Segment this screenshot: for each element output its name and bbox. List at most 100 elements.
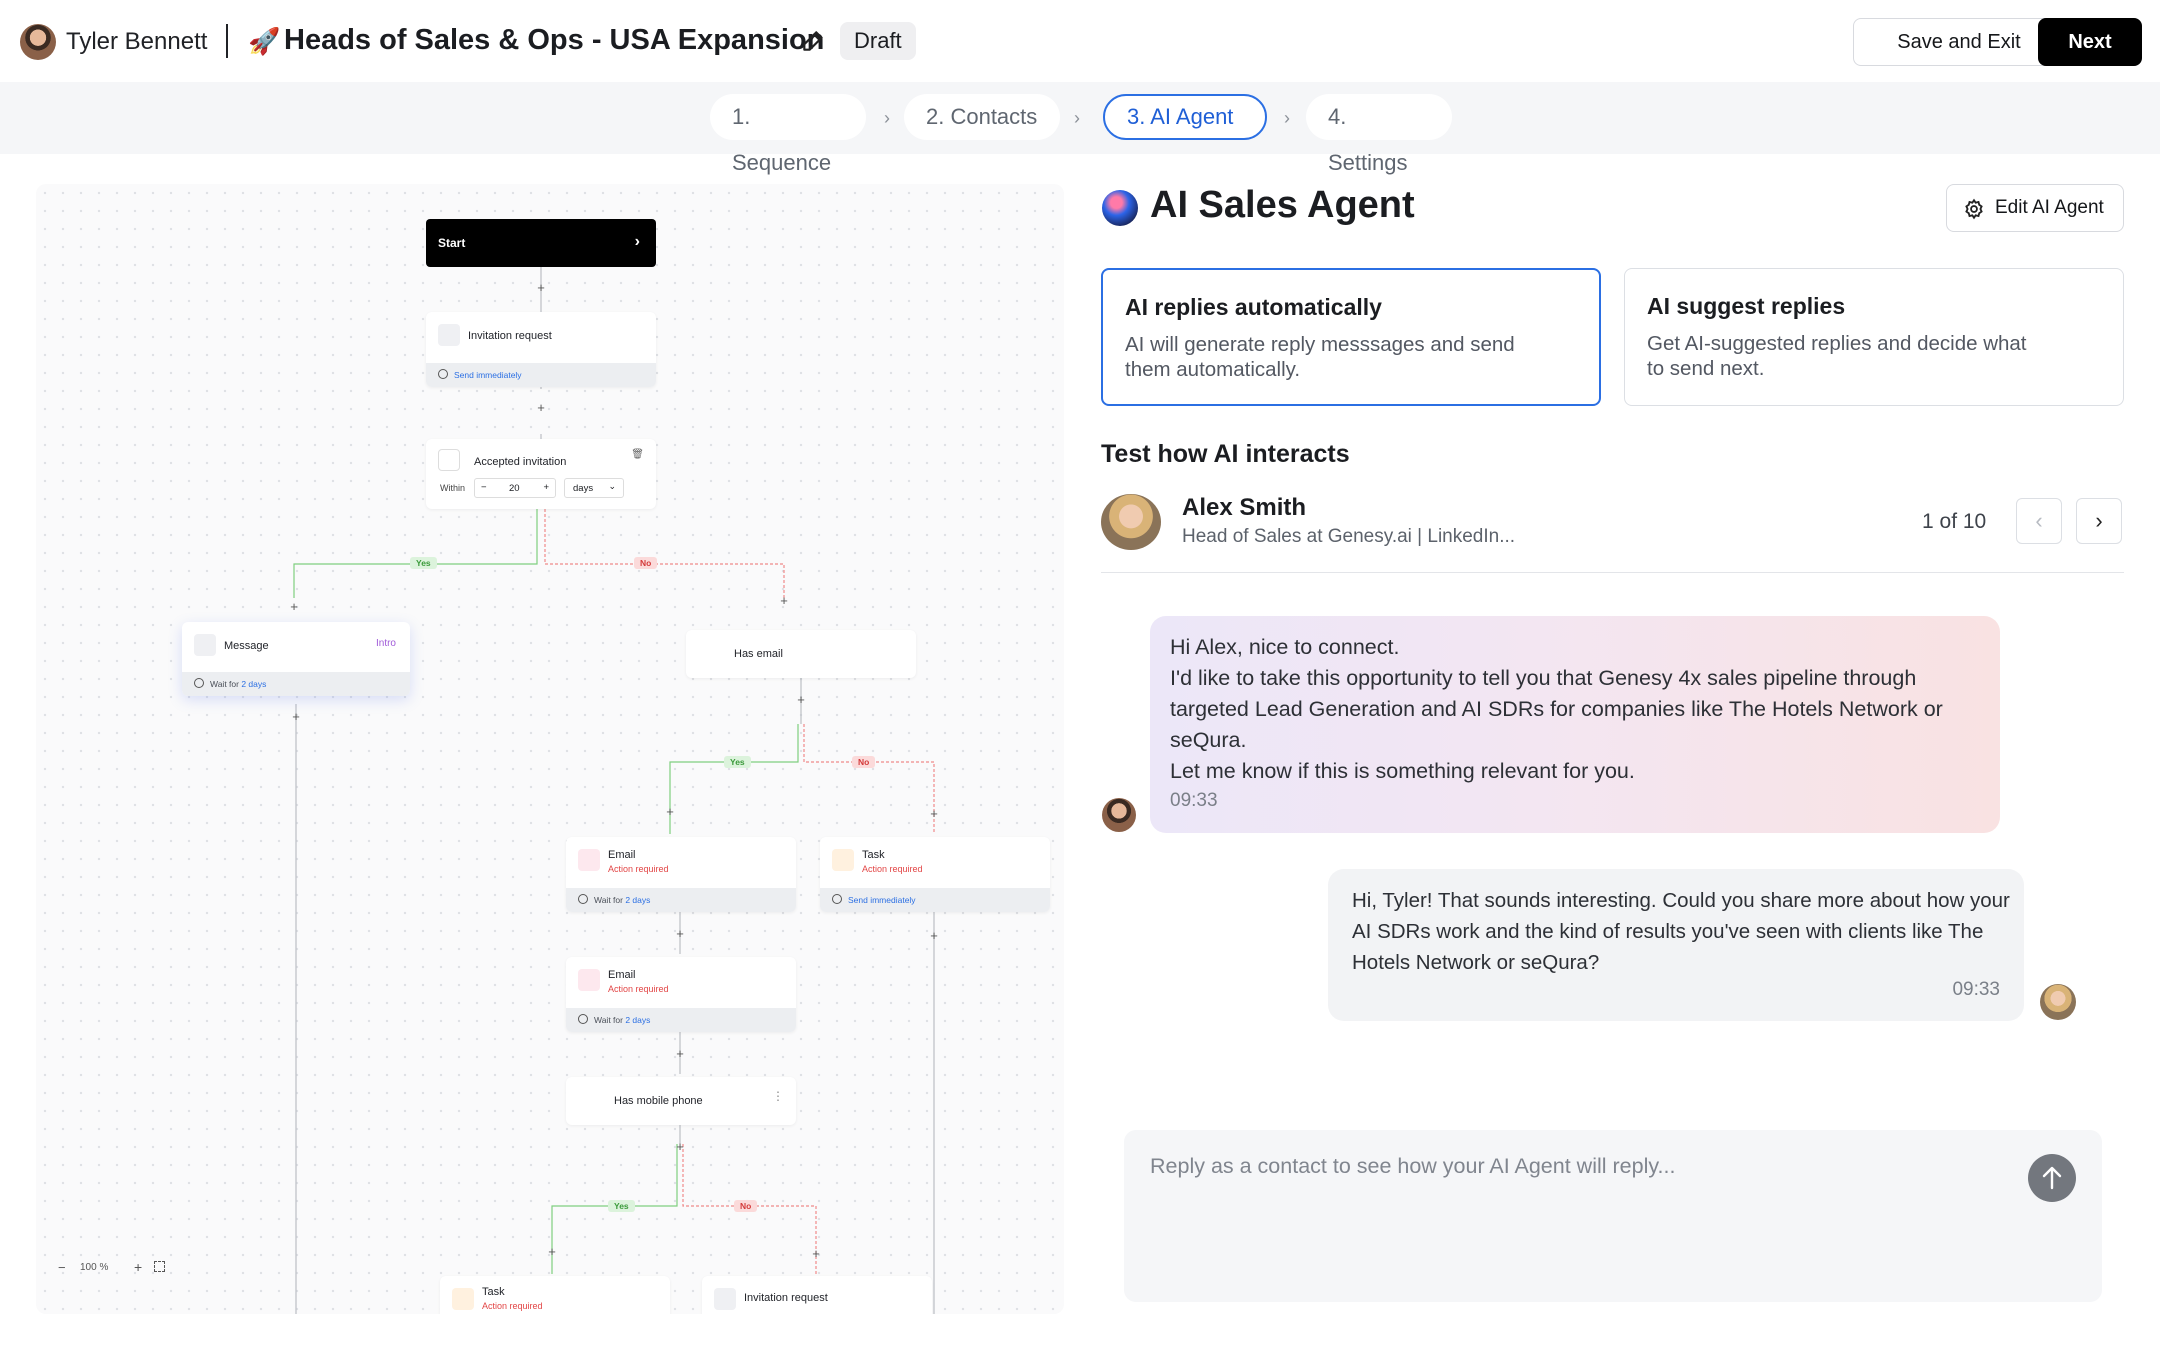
invitation-request-node[interactable]: Invitation request (702, 1276, 932, 1314)
contact-message-avatar (2040, 984, 2076, 1020)
chevron-right-icon: › (2095, 508, 2103, 533)
node-footer: Send immediately (426, 363, 656, 387)
message-node[interactable]: Message Intro Wait for 2 days (182, 622, 410, 696)
task-node[interactable]: Task Action required (440, 1276, 670, 1314)
sequence-flow-canvas[interactable]: Start › + Invitation request Send immedi… (36, 184, 1064, 1314)
step-contacts[interactable]: 2. Contacts (904, 94, 1060, 140)
add-step-plus-icon[interactable]: + (290, 709, 302, 724)
branch-icon (698, 643, 720, 665)
add-step-plus-icon[interactable]: + (664, 804, 676, 819)
card-title: AI suggest replies (1647, 293, 1846, 319)
person-add-icon (438, 324, 460, 346)
mode-auto-reply-card[interactable]: AI replies automatically AI will generat… (1101, 268, 1601, 406)
trash-icon[interactable]: 🗑 (631, 449, 644, 460)
fit-view-icon[interactable] (154, 1261, 165, 1272)
chevron-right-icon: › (884, 108, 890, 128)
sender-avatar (1102, 798, 1136, 832)
node-footer: Send immediately (820, 888, 1050, 912)
add-step-plus-icon[interactable]: + (535, 280, 547, 295)
node-title: Task (482, 1286, 505, 1298)
accepted-invitation-node[interactable]: Accepted invitation 🗑 Within − 20 + days… (426, 439, 656, 509)
add-step-plus-icon[interactable]: + (778, 593, 790, 608)
edit-title-pencil-icon[interactable] (800, 28, 826, 54)
edit-ai-agent-button[interactable]: Edit AI Agent (1946, 184, 2124, 232)
flow-start-node[interactable]: Start › (426, 219, 656, 267)
gear-icon (1965, 198, 1983, 220)
step-ai-agent[interactable]: 3. AI Agent (1103, 94, 1267, 140)
mode-suggest-reply-card[interactable]: AI suggest replies Get AI-suggested repl… (1624, 268, 2124, 406)
add-step-plus-icon[interactable]: + (535, 400, 547, 415)
footer-value: 2 days (625, 895, 651, 905)
clock-icon (578, 1014, 588, 1024)
add-step-plus-icon[interactable]: + (810, 1246, 822, 1261)
test-section-heading: Test how AI interacts (1101, 440, 1350, 468)
user-avatar[interactable] (20, 24, 56, 60)
reply-input[interactable]: Reply as a contact to see how your AI Ag… (1124, 1130, 2102, 1302)
message-text: Hi, Tyler! That sounds interesting. Coul… (1352, 889, 2010, 974)
campaign-title: Heads of Sales & Ops - USA Expansion (284, 24, 825, 56)
invitation-request-node[interactable]: Invitation request Send immediately (426, 312, 656, 387)
message-tag: Intro (375, 638, 396, 649)
unit-value: days (573, 483, 594, 494)
node-title: Has mobile phone (614, 1095, 703, 1107)
more-vertical-icon[interactable]: ⋮ (772, 1089, 784, 1103)
reply-placeholder: Reply as a contact to see how your AI Ag… (1150, 1154, 1676, 1178)
edit-ai-agent-label: Edit AI Agent (1995, 197, 2104, 218)
add-step-plus-icon[interactable]: + (795, 692, 807, 707)
node-title: Message (224, 640, 269, 652)
chevron-right-icon: › (634, 233, 640, 250)
add-step-plus-icon[interactable]: + (674, 926, 686, 941)
chevron-right-icon: › (1074, 108, 1080, 128)
node-title: Accepted invitation (474, 456, 567, 468)
email-node[interactable]: Email Action required Wait for 2 days (566, 957, 796, 1032)
divider (1101, 572, 2124, 573)
previous-contact-button[interactable]: ‹ (2016, 498, 2062, 544)
has-mobile-phone-node[interactable]: Has mobile phone ⋮ (566, 1077, 796, 1125)
add-step-plus-icon[interactable]: + (674, 1046, 686, 1061)
zoom-in-icon[interactable]: + (134, 1259, 142, 1275)
step-settings[interactable]: 4. Settings (1306, 94, 1452, 175)
has-email-node[interactable]: Has email (686, 630, 916, 678)
days-stepper[interactable]: − 20 + (474, 478, 556, 498)
unit-select[interactable]: days ⌄ (564, 478, 624, 498)
start-label: Start (438, 236, 466, 250)
rocket-icon: 🚀 (248, 26, 281, 56)
chat-message-outgoing: Hi Alex, nice to connect. I'd like to ta… (1150, 616, 2000, 833)
action-required-text: Action required (482, 1301, 543, 1311)
add-step-plus-icon[interactable]: + (928, 806, 940, 821)
footer-prefix: Wait for (594, 895, 623, 905)
send-button[interactable] (2028, 1154, 2076, 1202)
stepper-value: 20 (509, 483, 520, 494)
next-contact-button[interactable]: › (2076, 498, 2122, 544)
task-node[interactable]: Task Action required Send immediately (820, 837, 1050, 912)
add-step-plus-icon[interactable]: + (674, 1139, 686, 1154)
contact-avatar (1101, 494, 1161, 550)
email-node[interactable]: Email Action required Wait for 2 days (566, 837, 796, 912)
email-icon (578, 849, 600, 871)
contact-name: Alex Smith (1182, 494, 1307, 521)
message-text: Hi Alex, nice to connect. I'd like to ta… (1170, 635, 1943, 783)
agent-title: AI Sales Agent (1150, 184, 1415, 226)
zoom-out-icon[interactable]: − (58, 1260, 66, 1275)
node-title: Email (608, 849, 636, 861)
next-button[interactable]: Next (2038, 18, 2142, 66)
contact-role: Head of Sales at Genesy.ai | LinkedIn... (1182, 526, 1516, 547)
top-bar: Tyler Bennett 🚀 Heads of Sales & Ops - U… (0, 0, 2160, 82)
status-badge: Draft (840, 22, 916, 60)
header-divider (226, 24, 228, 58)
yes-branch-tag: Yes (608, 1200, 635, 1212)
within-label: Within (440, 483, 466, 493)
card-title: AI replies automatically (1125, 294, 1382, 320)
branch-icon (578, 1090, 600, 1112)
add-step-plus-icon[interactable]: + (928, 928, 940, 943)
step-sequence[interactable]: 1. Sequence (710, 94, 866, 175)
add-step-plus-icon[interactable]: + (546, 1244, 558, 1259)
save-and-exit-button[interactable]: Save and Exit (1853, 18, 2065, 66)
node-footer: Wait for 2 days (566, 888, 796, 912)
clock-icon (578, 894, 588, 904)
clock-icon (438, 369, 448, 379)
node-footer: Wait for 2 days (182, 672, 410, 696)
footer-text: Send immediately (848, 895, 916, 905)
add-step-plus-icon[interactable]: + (288, 599, 300, 614)
action-required-text: Action required (862, 864, 923, 874)
